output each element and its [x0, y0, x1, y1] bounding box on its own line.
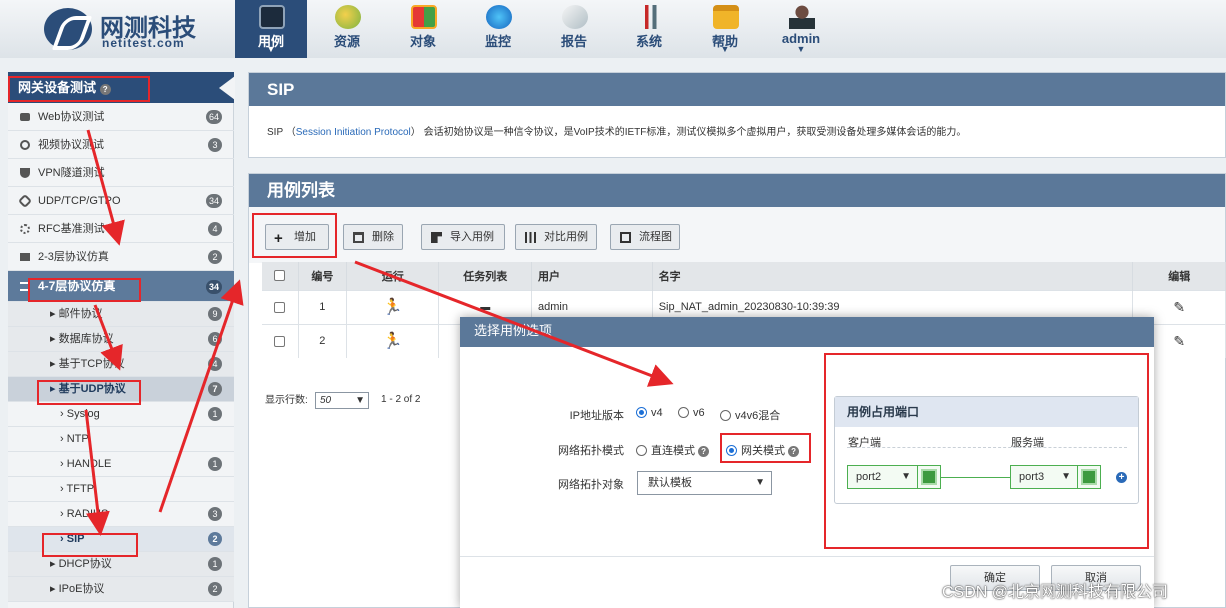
annotation-arrows — [84, 129, 674, 536]
watermark: CSDN @北京网测科技有限公司 — [942, 584, 1169, 601]
